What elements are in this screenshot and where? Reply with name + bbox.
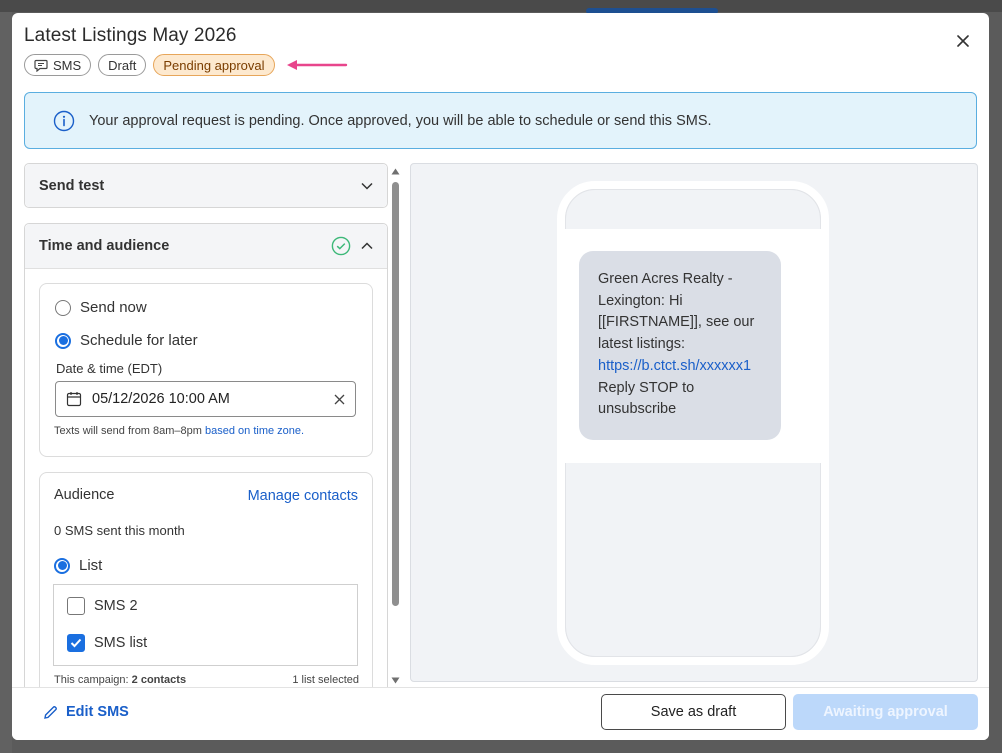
clear-icon [334,394,345,404]
settings-scrollbar[interactable] [390,166,401,686]
message-footer: Reply STOP to unsubscribe [598,379,695,418]
save-as-draft-button[interactable]: Save as draft [601,694,786,730]
date-time-input[interactable]: 05/12/2026 10:00 AM [55,381,356,417]
chevron-down-icon [361,182,373,190]
close-icon [957,35,969,47]
time-audience-header[interactable]: Time and audience [25,224,387,269]
schedule-later-option[interactable]: Schedule for later [55,332,198,349]
schedule-card: Send now Schedule for later Date & time … [39,283,373,457]
sms-2-checkbox[interactable] [67,597,85,615]
info-icon [52,109,76,133]
date-time-label: Date & time (EDT) [56,361,163,376]
audience-card: Audience Manage contacts 0 SMS sent this… [39,472,373,687]
edit-sms-label: Edit SMS [66,704,129,720]
message-bubble: Green Acres Realty - Lexington: Hi [[FIR… [579,251,781,440]
campaign-contacts: This campaign: 2 contacts [54,674,186,686]
list-option-label: List [79,557,103,574]
scroll-up-icon [391,168,400,175]
list-option[interactable]: List [54,557,102,574]
manage-contacts-link[interactable]: Manage contacts [248,488,358,504]
campaign-value: 2 contacts [131,674,187,686]
message-text: Green Acres Realty - Lexington: Hi [[FIR… [598,271,755,353]
awaiting-approval-button[interactable]: Awaiting approval [793,694,978,730]
dialog-footer: Edit SMS Save as draft Awaiting approval [12,687,989,740]
list-item-label: SMS list [94,635,148,651]
scroll-thumb[interactable] [392,182,399,606]
sms-dialog: Latest Listings May 2026 SMS Draft Pendi… [12,13,989,740]
send-now-radio[interactable] [55,299,71,316]
send-window-helper: Texts will send from 8am–8pm based on ti… [54,425,304,437]
settings-panel: Send test Time and audience Send now Sch… [24,163,388,687]
time-audience-title: Time and audience [39,238,170,254]
banner-text: Your approval request is pending. Once a… [89,112,712,129]
schedule-later-radio[interactable] [55,332,71,349]
sms-sent-count: 0 SMS sent this month [54,523,185,538]
campaign-summary: This campaign: 2 contacts 1 list selecte… [54,674,359,686]
close-button[interactable] [952,30,974,52]
dialog-title: Latest Listings May 2026 [24,25,237,46]
list-item-sms-2[interactable]: SMS 2 [67,597,138,615]
sms-type-badge: SMS [24,54,92,76]
phone-screen: Green Acres Realty - Lexington: Hi [[FIR… [565,229,821,463]
contact-lists: SMS 2 SMS list [53,584,358,666]
check-circle-icon [331,236,351,256]
calendar-icon [66,392,82,407]
sms-preview-panel: Green Acres Realty - Lexington: Hi [[FIR… [410,163,978,682]
phone-mockup: Green Acres Realty - Lexington: Hi [[FIR… [557,181,829,665]
sms-type-label: SMS [53,57,82,73]
clear-date-button[interactable] [334,394,345,405]
audience-title: Audience [54,487,115,503]
pending-approval-label: Pending approval [163,57,265,73]
sms-list-checkbox[interactable] [67,634,85,652]
pink-arrow-icon [287,60,348,70]
background-app-sidebar [0,12,12,753]
helper-text: Texts will send from 8am–8pm [54,425,202,437]
time-zone-link[interactable]: based on time zone. [205,425,304,437]
campaign-label: This campaign: [54,674,129,686]
send-now-label: Send now [80,299,147,316]
date-time-value: 05/12/2026 10:00 AM [92,391,230,407]
list-item-sms-list[interactable]: SMS list [67,634,147,652]
chevron-up-icon [361,242,373,250]
draft-badge: Draft [98,54,147,76]
send-test-header[interactable]: Send test [25,164,387,207]
list-radio[interactable] [54,557,70,574]
draft-label: Draft [108,57,137,73]
approval-banner: Your approval request is pending. Once a… [24,92,977,149]
message-link[interactable]: https://b.ctct.sh/xxxxxx1 [598,358,751,374]
send-test-title: Send test [39,177,105,194]
time-audience-section: Time and audience Send now Schedule for … [24,223,388,687]
background-app-bar [0,0,1002,12]
checkmark-icon [70,638,82,648]
lists-selected: 1 list selected [292,674,359,686]
scroll-down-icon [391,677,400,684]
pencil-icon [44,705,57,719]
send-test-section[interactable]: Send test [24,163,388,208]
chat-bubble-icon [34,59,48,72]
pending-approval-badge: Pending approval [153,54,275,76]
edit-sms-button[interactable]: Edit SMS [43,704,129,720]
schedule-later-label: Schedule for later [80,332,198,349]
send-now-option[interactable]: Send now [55,299,147,316]
list-item-label: SMS 2 [94,598,138,614]
status-pills: SMS Draft Pending approval [24,54,275,76]
